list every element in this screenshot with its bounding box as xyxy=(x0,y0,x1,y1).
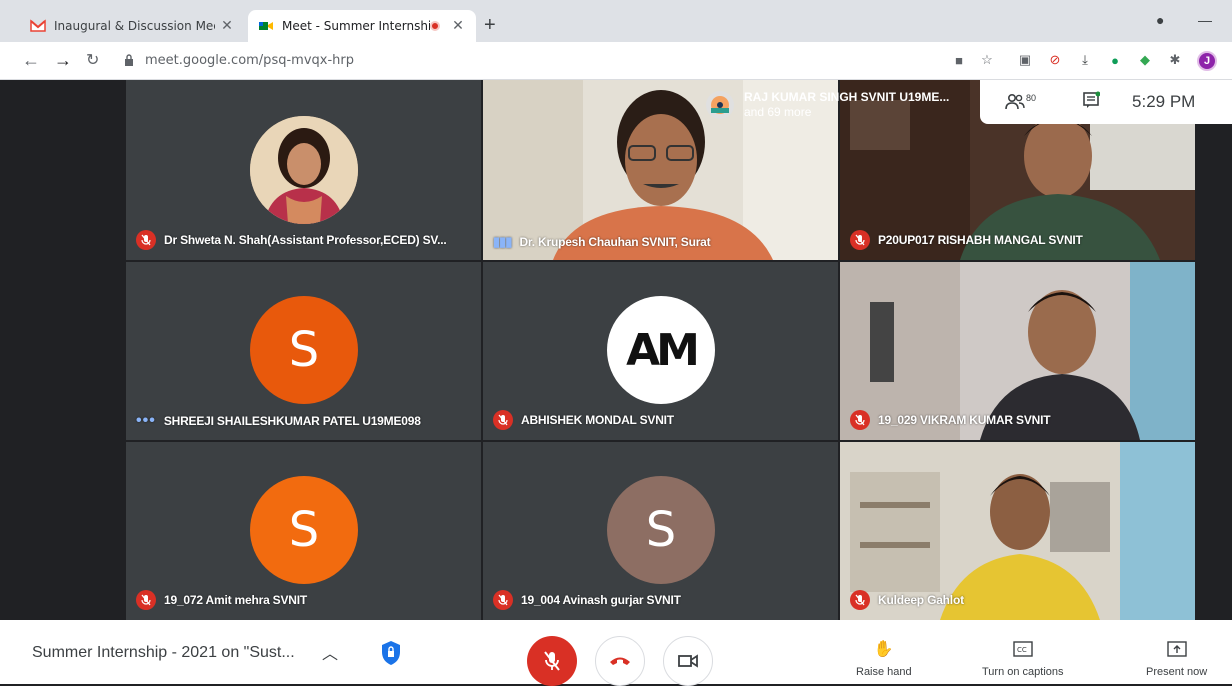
gmail-icon xyxy=(30,19,46,32)
others-name: RAJ KUMAR SINGH SVNIT U19ME... xyxy=(744,90,950,104)
participant-count: 80 xyxy=(1026,93,1037,103)
participant-name: ••• SHREEJI SHAILESHKUMAR PATEL U19ME098 xyxy=(136,412,421,429)
mic-off-icon xyxy=(544,651,560,671)
close-tab-icon[interactable]: ✕ xyxy=(450,18,466,34)
participant-name: 19_029 VIKRAM KUMAR SVNIT xyxy=(850,410,1051,430)
tab-meet[interactable]: Meet - Summer Internship - ✕ xyxy=(248,10,476,42)
participant-tile[interactable]: AM ABHISHEK MONDAL SVNIT xyxy=(483,262,838,440)
hand-icon: ✋ xyxy=(873,641,894,658)
mic-off-icon xyxy=(850,410,870,430)
participant-name: ▮▮▮ Dr. Krupesh Chauhan SVNIT, Surat xyxy=(493,234,711,249)
profile-photo xyxy=(250,116,358,224)
chat-button[interactable] xyxy=(1082,91,1101,114)
extension-save-icon[interactable]: ▣ xyxy=(1016,51,1034,69)
meet-info-bar: 80 5:29 PM xyxy=(980,80,1232,124)
initial-avatar: S xyxy=(607,476,715,584)
people-button[interactable]: 80 xyxy=(1004,93,1036,111)
mic-toggle-button[interactable] xyxy=(527,636,577,686)
profile-avatar[interactable]: J xyxy=(1197,51,1217,71)
speaking-indicator-icon: ••• xyxy=(136,412,156,429)
initial-avatar: S xyxy=(250,296,358,404)
mic-off-icon xyxy=(850,590,870,610)
participant-name: 19_072 Amit mehra SVNIT xyxy=(136,590,307,610)
reload-button[interactable]: ↻ xyxy=(86,50,99,70)
participant-name: ABHISHEK MONDAL SVNIT xyxy=(493,410,674,430)
meeting-title[interactable]: Summer Internship - 2021 on "Sust... xyxy=(32,644,295,662)
leave-call-button[interactable] xyxy=(595,636,645,686)
url-field[interactable]: meet.google.com/psq-mvqx-hrp xyxy=(145,53,354,68)
participant-name: 19_004 Avinash gurjar SVNIT xyxy=(493,590,681,610)
participant-tile[interactable]: S 19_004 Avinash gurjar SVNIT xyxy=(483,442,838,620)
minimize-button[interactable]: — xyxy=(1198,12,1212,28)
participant-tile[interactable]: 19_029 VIKRAM KUMAR SVNIT xyxy=(840,262,1195,440)
camera-icon xyxy=(678,654,698,668)
tab-title: Meet - Summer Internship - xyxy=(282,19,430,33)
present-icon xyxy=(1166,638,1187,660)
participant-name: P20UP017 RISHABH MANGAL SVNIT xyxy=(850,230,1083,250)
bookmark-star-icon[interactable]: ☆ xyxy=(978,51,996,69)
recording-icon xyxy=(430,21,440,31)
new-tab-button[interactable]: + xyxy=(484,14,496,37)
chat-icon xyxy=(1083,91,1101,108)
shield-icon[interactable] xyxy=(380,640,402,666)
meet-stage: Dr Shweta N. Shah(Assistant Professor,EC… xyxy=(0,80,1232,620)
tab-gmail[interactable]: Inaugural & Discussion Meeting ✕ xyxy=(20,10,245,42)
svg-text:CC: CC xyxy=(1017,646,1027,654)
extension-leaf-icon[interactable]: ● xyxy=(1106,51,1124,69)
person-photo-icon xyxy=(250,116,358,224)
close-tab-icon[interactable]: ✕ xyxy=(219,18,235,34)
clock-time: 5:29 PM xyxy=(1132,92,1196,111)
captions-icon: CC xyxy=(1013,638,1033,660)
mic-off-icon xyxy=(493,410,513,430)
participant-tile[interactable]: S ••• SHREEJI SHAILESHKUMAR PATEL U19ME0… xyxy=(126,262,481,440)
others-count: and 69 more xyxy=(744,105,812,119)
meet-icon xyxy=(259,22,273,30)
other-participants-indicator[interactable]: RAJ KUMAR SINGH SVNIT U19ME... and 69 mo… xyxy=(706,84,976,126)
participant-name: Kuldeep Gahlot xyxy=(850,590,964,610)
raise-hand-button[interactable]: ✋ Raise hand xyxy=(856,638,912,678)
mic-off-icon xyxy=(136,590,156,610)
meet-control-bar: Summer Internship - 2021 on "Sust... ︿ ✋… xyxy=(0,620,1232,686)
present-now-button[interactable]: Present now xyxy=(1146,638,1207,678)
hang-up-icon xyxy=(610,657,630,665)
mic-off-icon xyxy=(850,230,870,250)
browser-tab-strip: Inaugural & Discussion Meeting ✕ Meet - … xyxy=(0,0,1232,42)
browser-toolbar: ← → ↻ meet.google.com/psq-mvqx-hrp ■ ☆ ▣… xyxy=(0,42,1232,80)
download-icon[interactable]: ⤓ xyxy=(1076,51,1094,69)
participant-tile[interactable]: S 19_072 Amit mehra SVNIT xyxy=(126,442,481,620)
people-icon xyxy=(1005,93,1025,110)
profile-dot-icon[interactable]: ● xyxy=(1156,12,1164,28)
captions-button[interactable]: CC Turn on captions xyxy=(982,638,1064,678)
speaking-indicator-icon: ▮▮▮ xyxy=(493,234,512,249)
camera-toggle-button[interactable] xyxy=(663,636,713,686)
participant-avatar-icon xyxy=(706,91,734,119)
participant-tile[interactable]: Kuldeep Gahlot xyxy=(840,442,1195,620)
lock-icon xyxy=(125,54,133,66)
logo-avatar: AM xyxy=(607,296,715,404)
participant-name: Dr Shweta N. Shah(Assistant Professor,EC… xyxy=(136,230,447,250)
mic-off-icon xyxy=(493,590,513,610)
forward-button[interactable]: → xyxy=(54,50,72,71)
chevron-up-icon[interactable]: ︿ xyxy=(322,640,338,664)
extension-block-icon[interactable]: ⊘ xyxy=(1046,51,1064,69)
extension-circle-icon[interactable]: ◆ xyxy=(1136,51,1154,69)
mic-off-icon xyxy=(136,230,156,250)
back-button[interactable]: ← xyxy=(22,50,40,71)
initial-avatar: S xyxy=(250,476,358,584)
tab-title: Inaugural & Discussion Meeting xyxy=(54,19,215,33)
participant-tile[interactable]: Dr Shweta N. Shah(Assistant Professor,EC… xyxy=(126,80,481,260)
extensions-puzzle-icon[interactable]: ✱ xyxy=(1166,51,1184,69)
camera-indicator-icon[interactable]: ■ xyxy=(950,51,968,69)
